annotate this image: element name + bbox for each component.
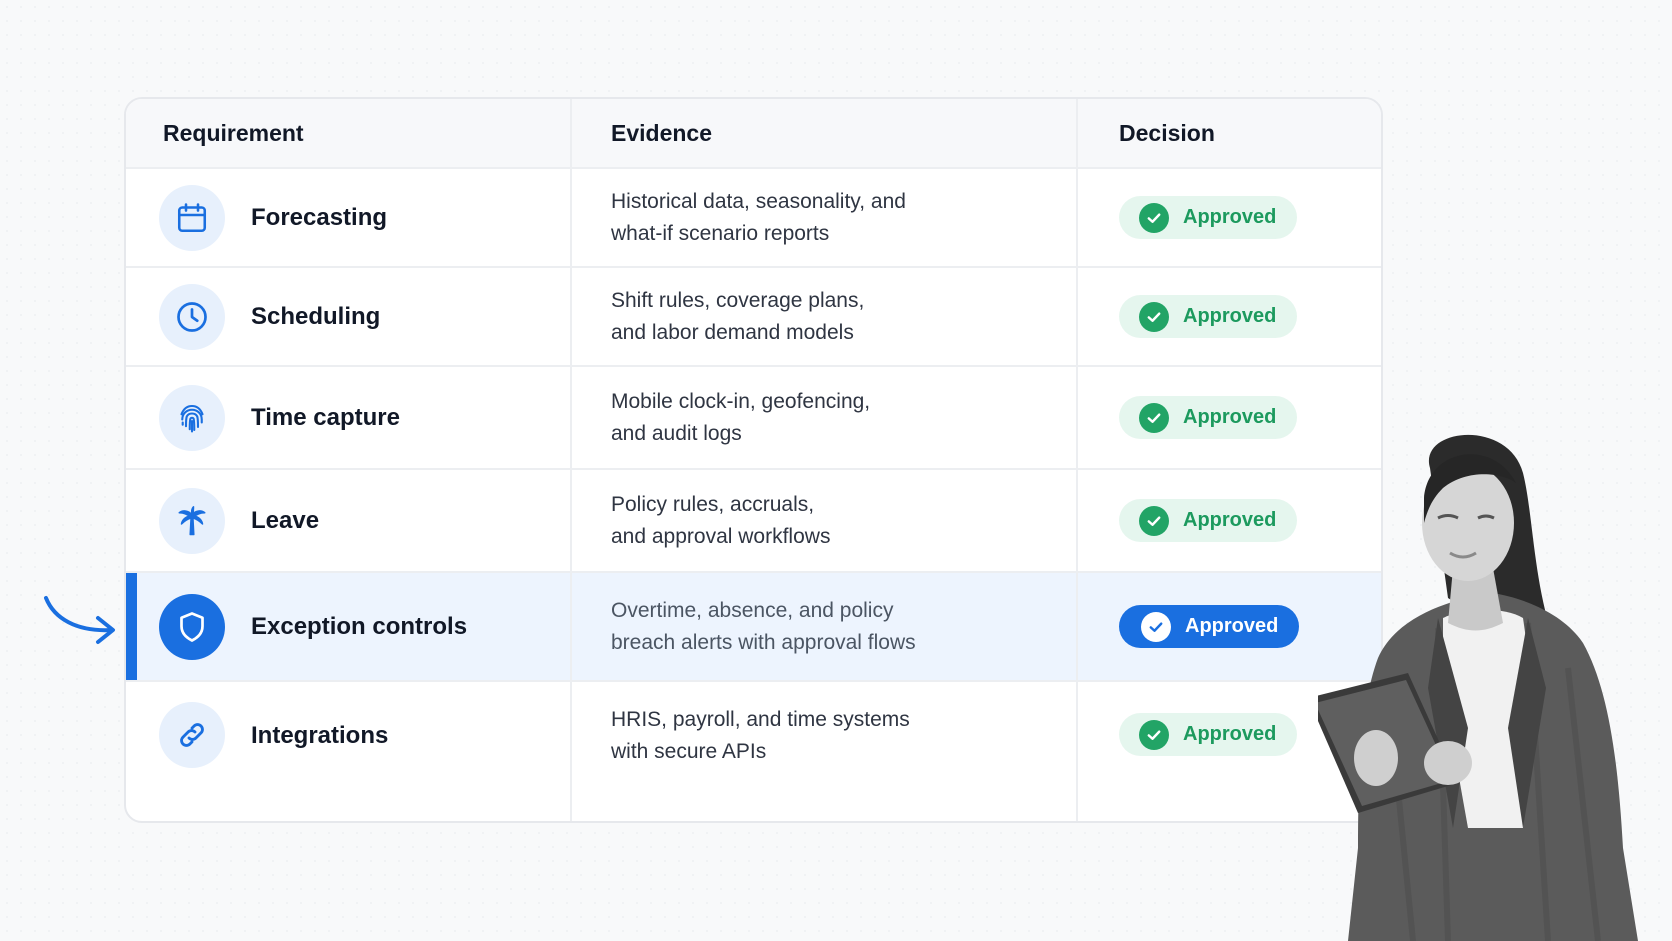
calendar-icon — [159, 184, 225, 251]
evidence-text-line: with secure APIs — [611, 740, 767, 763]
evidence-text-line: HRIS, payroll, and time systems — [611, 708, 910, 731]
column-header-decision[interactable]: Decision — [1076, 99, 1381, 167]
clock-icon — [159, 283, 225, 350]
arrow-icon — [44, 596, 115, 644]
requirement-label: Scheduling — [251, 302, 381, 330]
requirement-label: Exception controls — [251, 612, 468, 640]
evidence-text-line: and audit logs — [611, 421, 742, 445]
decision-label: Approved — [1183, 406, 1277, 428]
approved-badge[interactable]: Approved — [1119, 396, 1298, 439]
column-header-evidence[interactable]: Evidence — [570, 99, 1076, 167]
table-row[interactable]: Leave Policy rules, accruals, and approv… — [126, 470, 1381, 573]
evidence-text-line: what-if scenario reports — [611, 221, 830, 245]
evidence-cell: Overtime, absence, and policy breach ale… — [570, 573, 1076, 680]
decision-label: Approved — [1183, 723, 1277, 745]
shield-icon — [159, 593, 225, 660]
check-icon — [1139, 202, 1169, 233]
decision-label: Approved — [1183, 305, 1277, 327]
table-row[interactable]: Forecasting Historical data, seasonality… — [126, 169, 1381, 268]
check-icon — [1139, 719, 1169, 750]
requirement-label: Time capture — [251, 403, 400, 431]
requirement-label: Integrations — [251, 722, 389, 749]
column-header-requirement[interactable]: Requirement — [126, 99, 570, 167]
evidence-cell: Shift rules, coverage plans, and labor d… — [570, 268, 1076, 365]
requirement-cell: Leave — [126, 470, 570, 571]
evidence-text-line: breach alerts with approval flows — [611, 630, 916, 654]
check-icon — [1141, 611, 1171, 642]
evidence-text-line: Historical data, seasonality, and — [611, 189, 906, 213]
evidence-cell: Historical data, seasonality, and what-i… — [570, 169, 1076, 266]
evidence-text-line: and labor demand models — [611, 320, 854, 344]
requirement-label: Forecasting — [251, 203, 388, 231]
evidence-text-line: Shift rules, coverage plans, — [611, 288, 865, 312]
table-row[interactable]: Scheduling Shift rules, coverage plans, … — [126, 268, 1381, 367]
check-icon — [1139, 505, 1169, 536]
evidence-text-line: Policy rules, accruals, — [611, 492, 815, 516]
requirement-label: Leave — [251, 506, 320, 534]
evidence-text-line: and approval workflows — [611, 524, 831, 548]
evidence-text-line: Mobile clock-in, geofencing, — [611, 389, 871, 413]
person-holding-tablet-image — [1318, 434, 1638, 941]
evidence-text-line: Overtime, absence, and policy — [611, 598, 894, 622]
decision-cell: Approved — [1076, 268, 1381, 365]
approved-badge[interactable]: Approved — [1119, 499, 1298, 542]
approved-badge[interactable]: Approved — [1119, 713, 1298, 756]
evidence-cell: HRIS, payroll, and time systems with sec… — [570, 682, 1076, 821]
decision-label: Approved — [1183, 206, 1277, 228]
decision-label: Approved — [1183, 509, 1277, 531]
evidence-cell: Mobile clock-in, geofencing, and audit l… — [570, 367, 1076, 468]
table-row[interactable]: Time capture Mobile clock-in, geofencing… — [126, 367, 1381, 470]
approved-badge[interactable]: Approved — [1119, 295, 1298, 338]
requirement-cell: Exception controls — [126, 573, 570, 680]
table-row[interactable]: Integrations HRIS, payroll, and time sys… — [126, 682, 1381, 821]
table-row-selected[interactable]: Exception controls Overtime, absence, an… — [126, 573, 1381, 682]
fingerprint-icon — [159, 384, 225, 451]
requirements-table: Requirement Evidence Decision Forecastin… — [124, 97, 1383, 823]
decision-cell: Approved — [1076, 169, 1381, 266]
requirement-cell: Forecasting — [126, 169, 570, 266]
approved-badge[interactable]: Approved — [1119, 196, 1298, 239]
palm-tree-icon — [159, 487, 225, 554]
link-icon — [159, 702, 225, 768]
decision-label: Approved — [1185, 615, 1279, 637]
requirement-cell: Integrations — [126, 682, 570, 821]
requirement-cell: Scheduling — [126, 268, 570, 365]
evidence-cell: Policy rules, accruals, and approval wor… — [570, 470, 1076, 571]
approved-badge[interactable]: Approved — [1119, 605, 1300, 648]
check-icon — [1139, 301, 1169, 332]
requirement-cell: Time capture — [126, 367, 570, 468]
table-header: Requirement Evidence Decision — [126, 99, 1381, 169]
check-icon — [1139, 402, 1169, 433]
